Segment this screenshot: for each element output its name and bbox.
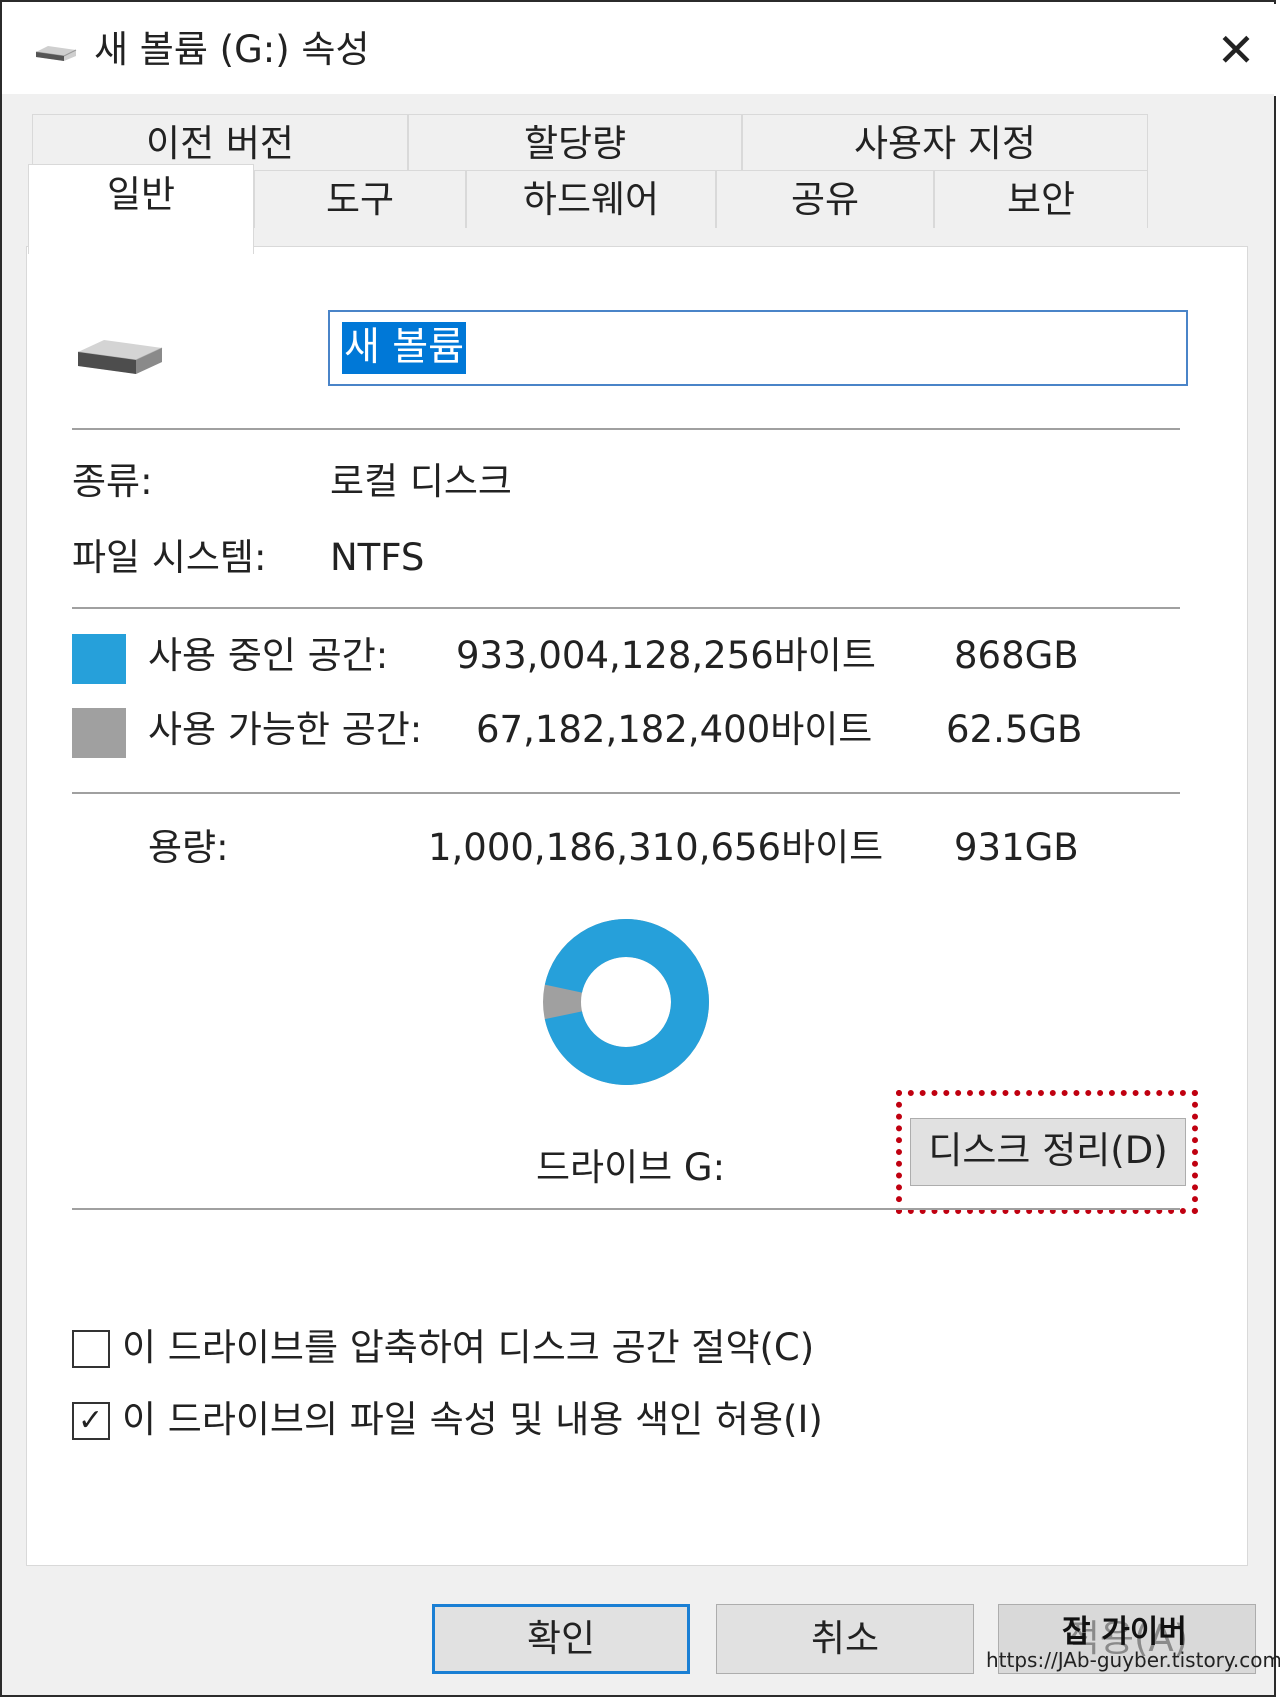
tab-label: 하드웨어	[522, 178, 660, 221]
volume-name-selection: 새 볼륨	[342, 322, 467, 374]
capacity-bytes: 1,000,186,310,656바이트	[428, 826, 884, 869]
index-checkbox-label[interactable]: 이 드라이브의 파일 속성 및 내용 색인 허용(I)	[122, 1394, 823, 1446]
tab-label: 사용자 지정	[854, 122, 1036, 165]
used-space-label: 사용 중인 공간:	[148, 634, 389, 677]
used-space-size: 868GB	[954, 634, 1079, 677]
index-checkbox[interactable]: ✓	[72, 1402, 110, 1440]
separator	[72, 607, 1180, 609]
volume-name-input[interactable]: 새 볼륨	[328, 310, 1188, 386]
free-space-swatch	[72, 708, 126, 758]
window-title: 새 볼륨 (G:) 속성	[94, 28, 370, 71]
separator	[72, 792, 1180, 794]
drive-letter-label: 드라이브 G:	[536, 1146, 726, 1189]
tab-label: 일반	[106, 173, 176, 216]
filesystem-label: 파일 시스템:	[72, 536, 267, 579]
cancel-button[interactable]: 취소	[716, 1604, 974, 1674]
tab-previous-versions[interactable]: 이전 버전	[32, 114, 408, 170]
title-bar[interactable]: 새 볼륨 (G:) 속성 ✕	[4, 4, 1276, 96]
drive-icon	[77, 340, 163, 374]
usage-donut-chart	[543, 918, 709, 1085]
tab-sharing[interactable]: 공유	[716, 170, 934, 228]
used-space-bytes: 933,004,128,256바이트	[456, 634, 876, 677]
tab-label: 이전 버전	[146, 122, 294, 165]
tab-customize[interactable]: 사용자 지정	[742, 114, 1148, 170]
cancel-label: 취소	[810, 1617, 880, 1660]
compress-checkbox-label[interactable]: 이 드라이브를 압축하여 디스크 공간 절약(C)	[122, 1322, 814, 1374]
drive-icon	[35, 46, 77, 61]
separator	[72, 428, 1180, 430]
close-icon: ✕	[1216, 23, 1256, 77]
tab-tools[interactable]: 도구	[254, 170, 466, 228]
tab-label: 보안	[1006, 178, 1076, 221]
type-label: 종류:	[72, 460, 153, 503]
compress-checkbox[interactable]	[72, 1330, 110, 1368]
separator	[72, 1208, 1180, 1210]
free-space-label: 사용 가능한 공간:	[148, 708, 423, 751]
free-space-size: 62.5GB	[946, 708, 1083, 751]
watermark-name: 잡 가이버	[1062, 1614, 1187, 1650]
disk-cleanup-label: 디스크 정리(D)	[928, 1129, 1168, 1172]
ok-button[interactable]: 확인	[432, 1604, 690, 1674]
tab-general[interactable]: 일반	[28, 164, 254, 254]
tab-security[interactable]: 보안	[934, 170, 1148, 228]
checkmark-icon: ✓	[78, 1403, 104, 1438]
capacity-label: 용량:	[148, 826, 229, 869]
ok-label: 확인	[526, 1617, 596, 1660]
tab-label: 공유	[790, 178, 860, 221]
disk-cleanup-button[interactable]: 디스크 정리(D)	[910, 1118, 1186, 1186]
tab-label: 할당량	[523, 122, 627, 165]
type-value: 로컬 디스크	[330, 460, 512, 503]
tab-hardware[interactable]: 하드웨어	[466, 170, 716, 228]
filesystem-value: NTFS	[330, 536, 425, 579]
free-space-bytes: 67,182,182,400바이트	[476, 708, 873, 751]
tab-label: 도구	[325, 178, 395, 221]
capacity-size: 931GB	[954, 826, 1079, 869]
used-space-swatch	[72, 634, 126, 684]
tab-quota[interactable]: 할당량	[408, 114, 742, 170]
close-button[interactable]: ✕	[1204, 22, 1268, 78]
watermark-url: https://JAb-guyber.tistory.com	[986, 1648, 1280, 1672]
